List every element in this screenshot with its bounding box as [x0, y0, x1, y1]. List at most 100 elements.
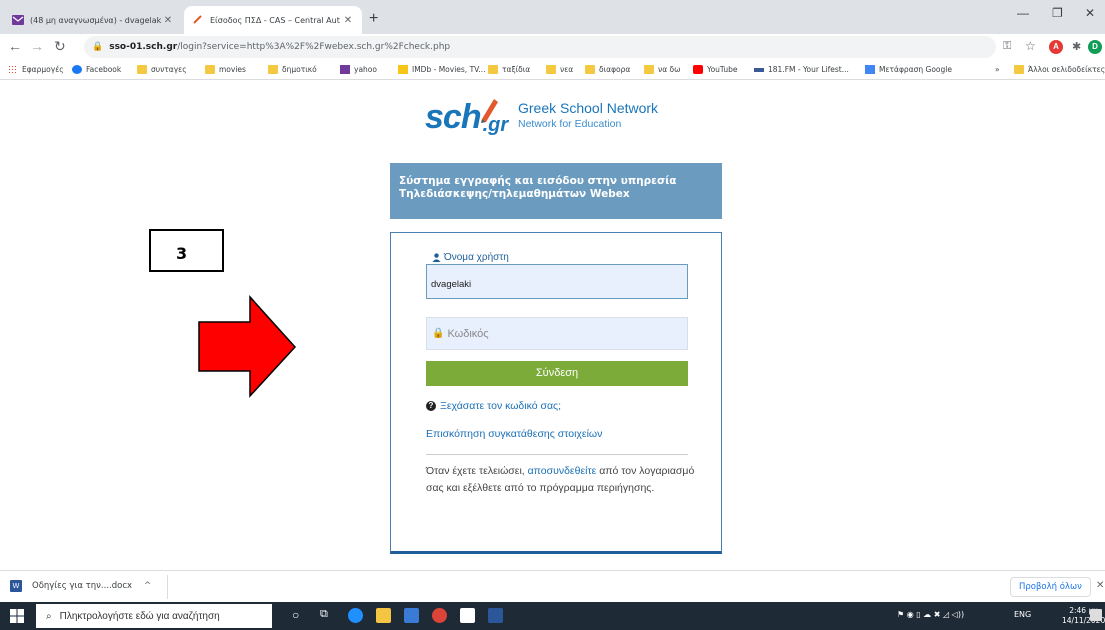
logout-note: Όταν έχετε τελειώσει, αποσυνδεθείτε από …	[426, 463, 696, 497]
windows-taskbar: ⌕ Πληκτρολογήστε εδώ για αναζήτηση ○ ⧉ ⚑…	[0, 602, 1105, 630]
tab-title: Είσοδος ΠΣΔ - CAS – Central Aut	[210, 15, 340, 25]
consent-review-link[interactable]: Επισκόπηση συγκατάθεσης στοιχείων	[426, 428, 602, 440]
username-label: Όνομα χρήστη	[429, 252, 512, 263]
password-field[interactable]: 🔒 Κωδικός	[426, 317, 688, 350]
google-translate-icon	[865, 65, 875, 74]
bookmark-apps[interactable]: Εφαρμογές	[8, 65, 64, 74]
cortana-icon[interactable]: ○	[292, 608, 299, 622]
password-placeholder: Κωδικός	[447, 327, 489, 340]
folder-icon	[1014, 65, 1024, 74]
sch-favicon	[193, 15, 202, 24]
notification-icon[interactable]	[1090, 609, 1102, 621]
bookmark-other[interactable]: Άλλοι σελιδοδείκτες	[1014, 65, 1105, 74]
close-tab-icon[interactable]: ✕	[162, 15, 174, 26]
logo-subtitle: Network for Education	[518, 118, 622, 130]
bookmark-folder[interactable]: δημοτικό	[268, 65, 317, 74]
logo-title: Greek School Network	[518, 100, 659, 116]
bookmark-yahoo[interactable]: yahoo	[340, 65, 377, 74]
address-bar[interactable]: 🔒 sso-01.sch.gr /login?service=http%3A%2…	[84, 36, 996, 58]
bookmarks-overflow[interactable]: »	[995, 65, 1000, 74]
word-icon[interactable]	[488, 608, 503, 623]
restore-icon[interactable]: ❐	[1052, 6, 1063, 20]
close-window-icon[interactable]: ✕	[1085, 6, 1095, 20]
bookmark-folder[interactable]: συνταγες	[137, 65, 187, 74]
banner-line-1: Σύστημα εγγραφής και εισόδου στην υπηρεσ…	[399, 175, 677, 187]
extensions-icon[interactable]: ✱	[1072, 40, 1081, 53]
file-explorer-icon[interactable]	[376, 608, 391, 623]
taskbar-search-box[interactable]: ⌕ Πληκτρολογήστε εδώ για αναζήτηση	[36, 604, 272, 628]
close-downloads-icon[interactable]: ✕	[1096, 580, 1104, 591]
logo-sch-text: sch	[425, 98, 482, 136]
star-icon[interactable]: ☆	[1025, 39, 1036, 53]
folder-icon	[585, 65, 595, 74]
login-button[interactable]: Σύνδεση	[426, 361, 688, 386]
new-tab-icon[interactable]: +	[369, 10, 378, 28]
browser-tab-strip: (48 μη αναγνωσμένα) - dvagelaki ✕ Είσοδο…	[0, 0, 1105, 34]
profile-avatar[interactable]: D	[1088, 40, 1102, 54]
language-indicator[interactable]: ENG	[1014, 610, 1031, 619]
mail-icon	[12, 15, 24, 25]
bookmark-folder[interactable]: movies	[205, 65, 246, 74]
key-icon[interactable]: ⚿	[1003, 40, 1011, 53]
bookmark-label: διαφορα	[599, 65, 631, 74]
download-item[interactable]: W Οδηγίες για την....docx ^	[10, 580, 151, 592]
chrome-icon[interactable]	[432, 608, 447, 623]
close-tab-icon[interactable]: ✕	[342, 15, 354, 26]
minimize-icon[interactable]: —	[1017, 6, 1029, 20]
bookmark-youtube[interactable]: YouTube	[693, 65, 738, 74]
bookmark-label: movies	[219, 65, 246, 74]
banner-line-2: Τηλεδιάσκεψης/τηλεμαθημάτων Webex	[399, 188, 630, 200]
facebook-icon	[72, 65, 82, 74]
bookmark-label: Facebook	[86, 65, 122, 74]
forward-icon[interactable]: →	[30, 38, 44, 54]
bookmark-folder[interactable]: νεα	[546, 65, 573, 74]
bookmark-181fm[interactable]: 181.FM - Your Lifest...	[754, 65, 849, 74]
forgot-password-link[interactable]: ? Ξεχάσατε τον κωδικό σας;	[426, 400, 561, 412]
bookmark-facebook[interactable]: Facebook	[72, 65, 121, 74]
bookmark-label: συνταγες	[151, 65, 187, 74]
download-file-name: Οδηγίες για την....docx	[32, 581, 133, 591]
show-all-button[interactable]: Προβολή όλων	[1010, 577, 1091, 597]
search-placeholder: Πληκτρολογήστε εδώ για αναζήτηση	[59, 610, 220, 622]
lock-icon: 🔒	[432, 328, 445, 339]
logout-link[interactable]: αποσυνδεθείτε	[528, 465, 597, 477]
bookmark-label: νεα	[560, 65, 574, 74]
apps-grid-icon	[8, 65, 18, 74]
tab-mail[interactable]: (48 μη αναγνωσμένα) - dvagelaki ✕	[4, 6, 182, 34]
tab-login[interactable]: Είσοδος ΠΣΔ - CAS – Central Aut ✕	[184, 6, 362, 34]
bookmark-label: Μετάφραση Google	[879, 65, 952, 74]
bookmark-folder[interactable]: ταξίδια	[488, 65, 530, 74]
bookmarks-bar: Εφαρμογές Facebook συνταγες movies δημοτ…	[0, 60, 1105, 80]
note-text: Όταν έχετε τελειώσει,	[426, 465, 528, 477]
bookmark-folder[interactable]: να δω	[644, 65, 680, 74]
tray-icons[interactable]: ⚑ ◉ ▯ ☁ ✖ ◿ ◁))	[897, 610, 964, 619]
back-icon[interactable]: ←	[8, 38, 22, 54]
username-value[interactable]: dvagelaki	[431, 279, 471, 290]
bookmark-translate[interactable]: Μετάφραση Google	[865, 65, 952, 74]
folder-icon	[546, 65, 556, 74]
question-circle-icon: ?	[426, 401, 436, 411]
folder-icon	[644, 65, 654, 74]
folder-icon	[205, 65, 215, 74]
bookmark-label: IMDb - Movies, TV...	[412, 65, 486, 74]
bookmark-label: YouTube	[707, 65, 738, 74]
pencil-icon	[481, 99, 498, 123]
red-arrow-icon	[198, 295, 297, 398]
task-view-icon[interactable]: ⧉	[320, 608, 328, 621]
url-path: /login?service=http%3A%2F%2Fwebex.sch.gr…	[177, 42, 451, 52]
bookmark-label: yahoo	[354, 65, 377, 74]
bookmark-imdb[interactable]: IMDb - Movies, TV...	[398, 65, 485, 74]
word-doc-icon: W	[10, 580, 22, 592]
reload-icon[interactable]: ↻	[54, 38, 66, 55]
url-host: sso-01.sch.gr	[109, 42, 178, 52]
store-icon[interactable]	[460, 608, 475, 623]
adblock-icon[interactable]: A	[1049, 40, 1063, 54]
edge-icon[interactable]	[348, 608, 363, 623]
bookmark-label: να δω	[658, 65, 681, 74]
windows-start-icon[interactable]	[10, 609, 24, 623]
youtube-icon	[693, 65, 703, 74]
app-icon[interactable]	[404, 608, 419, 623]
bookmark-folder[interactable]: διαφορα	[585, 65, 630, 74]
service-banner: Σύστημα εγγραφής και εισόδου στην υπηρεσ…	[390, 163, 722, 219]
chevron-up-icon[interactable]: ^	[144, 581, 151, 591]
